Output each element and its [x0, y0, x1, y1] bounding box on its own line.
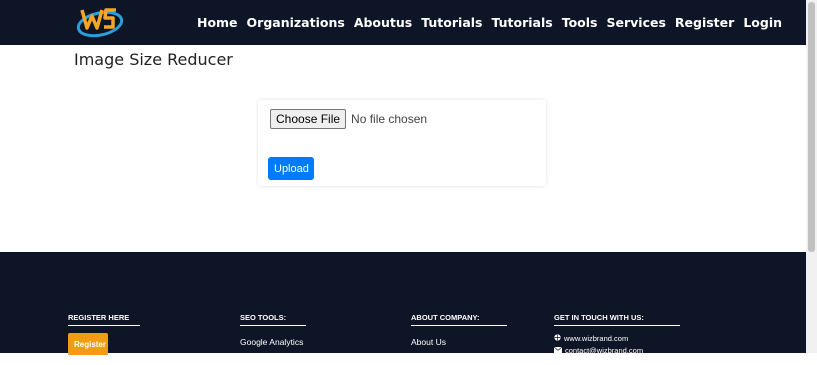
nav-organizations[interactable]: Organizations [247, 15, 345, 30]
footer-seo-heading: SEO TOOLS: [240, 313, 306, 326]
upload-button[interactable]: Upload [268, 157, 314, 180]
nav-services[interactable]: Services [607, 15, 666, 30]
page-scrollbar[interactable] [806, 0, 817, 353]
footer-link-backlink-checker[interactable]: Backlink Checker [240, 355, 306, 365]
scrollbar-thumb[interactable] [808, 2, 815, 252]
footer-register-column: REGISTER HERE Register [68, 307, 140, 355]
nav-tools[interactable]: Tools [562, 15, 598, 30]
nav-home[interactable]: Home [197, 15, 238, 30]
page-title: Image Size Reducer [74, 50, 233, 69]
footer-about-column: ABOUT COMPANY: About Us Blog [411, 307, 507, 365]
nav-register[interactable]: Register [675, 15, 734, 30]
footer-email-text: contact@wizbrand.com [565, 346, 644, 355]
footer-email[interactable]: contact@wizbrand.com [553, 346, 680, 355]
nav-menu: Home Organizations Aboutus Tutorials Tut… [197, 0, 782, 45]
wizbrand-logo[interactable] [76, 4, 124, 40]
footer-website-text: www.wizbrand.com [564, 334, 629, 343]
footer-seo-column: SEO TOOLS: Google Analytics Backlink Che… [240, 307, 306, 365]
footer-link-blog[interactable]: Blog [411, 355, 507, 365]
nav-tutorials-1[interactable]: Tutorials [421, 15, 482, 30]
footer-link-google-analytics[interactable]: Google Analytics [240, 337, 306, 347]
envelope-icon [553, 346, 563, 355]
upload-card: Choose File No file chosen Upload [258, 100, 546, 186]
footer-contact-heading: GET IN TOUCH WITH US: [554, 313, 680, 326]
footer-about-heading: ABOUT COMPANY: [411, 313, 507, 326]
footer-website[interactable]: www.wizbrand.com [554, 334, 680, 343]
footer: REGISTER HERE Register SEO TOOLS: Google… [0, 252, 806, 365]
nav-tutorials-2[interactable]: Tutorials [491, 15, 552, 30]
file-input[interactable]: Choose File No file chosen [270, 109, 427, 129]
file-status-text: No file chosen [351, 112, 428, 126]
top-navbar: Home Organizations Aboutus Tutorials Tut… [0, 0, 806, 45]
footer-contact-column: GET IN TOUCH WITH US: www.wizbrand.com c… [553, 307, 680, 355]
choose-file-button[interactable]: Choose File [270, 109, 347, 129]
nav-aboutus[interactable]: Aboutus [354, 15, 412, 30]
footer-link-about-us[interactable]: About Us [411, 337, 507, 347]
nav-login[interactable]: Login [743, 15, 782, 30]
footer-register-heading: REGISTER HERE [68, 313, 140, 326]
footer-register-button[interactable]: Register [68, 333, 108, 355]
globe-icon [554, 334, 561, 343]
